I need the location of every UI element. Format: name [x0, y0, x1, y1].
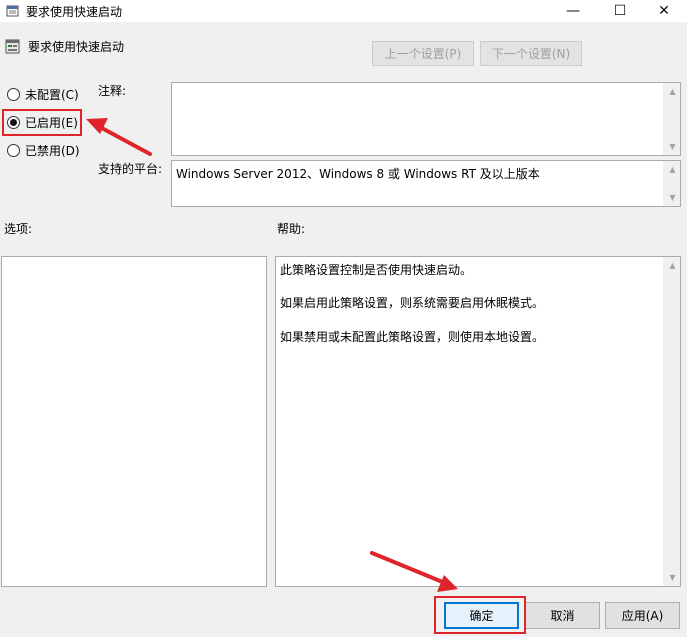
scroll-down-icon[interactable]: ▼	[664, 569, 681, 586]
enabled-highlight-box	[2, 109, 82, 136]
apply-button[interactable]: 应用(A)	[605, 602, 680, 629]
next-setting-button[interactable]: 下一个设置(N)	[480, 41, 582, 66]
window-title: 要求使用快速启动	[26, 5, 123, 19]
previous-setting-button[interactable]: 上一个设置(P)	[372, 41, 474, 66]
help-panel: 此策略设置控制是否使用快速启动。 如果启用此策略设置，则系统需要启用休眠模式。 …	[275, 256, 681, 587]
maximize-button[interactable]: ☐	[597, 0, 643, 22]
help-line: 此策略设置控制是否使用快速启动。	[280, 263, 473, 277]
scroll-up-icon[interactable]: ▲	[664, 257, 681, 274]
platforms-scrollbar[interactable]: ▲ ▼	[663, 161, 680, 206]
close-button[interactable]: ✕	[641, 0, 687, 22]
policy-setting-icon	[5, 39, 20, 54]
scroll-up-icon[interactable]: ▲	[664, 83, 681, 100]
help-label: 帮助:	[277, 222, 306, 236]
radio-not-configured-indicator[interactable]	[7, 87, 20, 101]
scroll-up-icon[interactable]: ▲	[664, 161, 681, 178]
comment-scrollbar[interactable]: ▲ ▼	[663, 83, 680, 155]
scroll-down-icon[interactable]: ▼	[664, 189, 681, 206]
help-scrollbar[interactable]: ▲ ▼	[663, 257, 680, 586]
supported-platforms-box: Windows Server 2012、Windows 8 或 Windows …	[171, 160, 681, 207]
minimize-icon: —	[566, 3, 580, 19]
supported-platforms-label: 支持的平台:	[98, 162, 163, 176]
policy-title: 要求使用快速启动	[28, 40, 125, 54]
minimize-button[interactable]: —	[550, 0, 596, 22]
arrow-to-enabled-icon	[86, 118, 152, 156]
help-line: 如果禁用或未配置此策略设置，则使用本地设置。	[280, 330, 545, 344]
options-panel	[1, 256, 267, 587]
radio-not-configured-label: 未配置(C)	[25, 87, 79, 102]
comment-textarea[interactable]: ▲ ▼	[171, 82, 681, 156]
supported-platforms-value: Windows Server 2012、Windows 8 或 Windows …	[176, 167, 540, 181]
maximize-icon: ☐	[613, 3, 627, 19]
policy-window-icon	[6, 5, 19, 17]
help-line: 如果启用此策略设置，则系统需要启用休眠模式。	[280, 296, 545, 310]
title-bar: 要求使用快速启动 — ☐ ✕	[0, 0, 687, 22]
radio-disabled[interactable]: 已禁用(D)	[7, 141, 80, 159]
cancel-button[interactable]: 取消	[525, 602, 600, 629]
radio-disabled-indicator[interactable]	[7, 143, 20, 157]
ok-highlight-box	[434, 596, 526, 634]
close-icon: ✕	[658, 3, 670, 19]
radio-not-configured[interactable]: 未配置(C)	[7, 85, 79, 103]
comment-label: 注释:	[98, 84, 127, 98]
options-label: 选项:	[4, 222, 33, 236]
radio-disabled-label: 已禁用(D)	[25, 143, 80, 158]
scroll-down-icon[interactable]: ▼	[664, 138, 681, 155]
